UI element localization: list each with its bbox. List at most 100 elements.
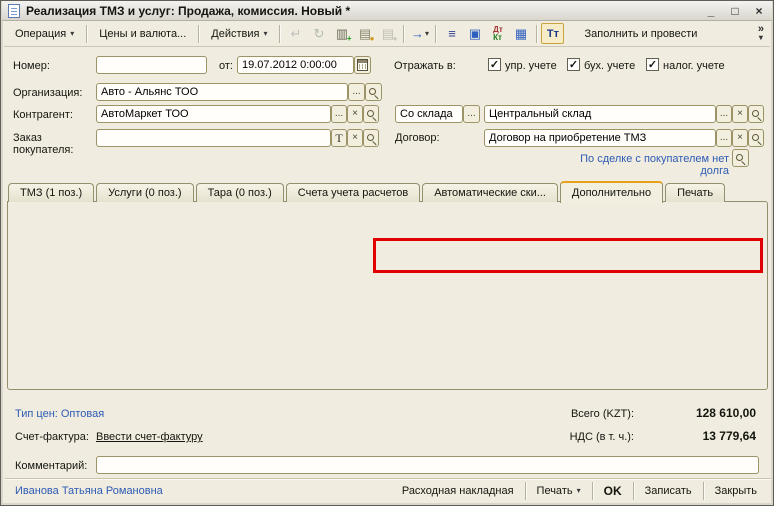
ellipsis-button[interactable]: ... [348,83,365,101]
calendar-button[interactable] [354,56,371,74]
print-button[interactable]: Печать▾ [530,483,588,499]
type-button[interactable]: T [331,129,347,147]
maximize-button[interactable]: □ [728,4,742,18]
prices-currency-button[interactable]: Цены и валюта... [91,24,194,44]
ellipsis-button[interactable]: ... [463,105,480,123]
clear-fill-icon[interactable]: ▤● [376,23,399,44]
magnifier-button[interactable] [732,149,749,167]
fill-and-post-button[interactable]: Заполнить и провести [576,24,705,44]
tab-print[interactable]: Печать [665,183,725,202]
reflect-label: Отражать в: [394,60,456,72]
invoice-label: Счет-фактура: [15,431,89,443]
counterparty-label: Контрагент: [13,109,73,121]
tab-panel-additional [7,201,768,390]
total-label: Всего (KZT): [521,408,634,420]
ellipsis-button[interactable]: ... [716,129,732,147]
magnifier-button[interactable] [748,105,764,123]
actions-menu-button[interactable]: Действия ▾ [203,24,275,44]
minimize-button[interactable]: _ [704,4,718,18]
toolbar-separator [403,25,404,43]
toolbar-separator [435,25,436,43]
ok-button[interactable]: OK [597,482,629,500]
print-label: Печать [537,485,573,497]
magnifier-button[interactable] [748,129,764,147]
expense-invoice-button[interactable]: Расходная накладная [395,483,521,499]
date-prefix-label: от: [219,60,233,72]
checkbox-book-accounting[interactable]: ✓ [567,58,580,71]
close-window-button[interactable]: Закрыть [708,483,764,499]
save-button[interactable]: Записать [638,483,699,499]
magnifier-icon [752,134,759,141]
button-separator [703,482,704,500]
tab-label: Услуги (0 поз.) [108,187,181,199]
title-bar: Реализация ТМЗ и услуг: Продажа, комисси… [2,1,772,21]
list-settings-icon[interactable]: ▣ [463,23,486,44]
prices-currency-label: Цены и валюта... [99,28,186,40]
dt-kt-icon[interactable]: ДтКт [486,23,509,44]
magnifier-button[interactable] [363,105,379,123]
operation-menu-label: Операция [15,28,66,40]
organization-field[interactable]: Авто - Альянс ТОО [96,83,348,101]
tab-label: Дополнительно [572,187,651,199]
chevron-down-icon: ▾ [70,30,74,38]
toolbar-icons: ↵↻▥+▤●▤●→▾≡▣ДтКт▦Тт [284,23,564,44]
go-to-icon[interactable]: →▾ [408,23,431,44]
document-journal-icon[interactable]: ▦ [509,23,532,44]
row-list-icon[interactable]: ≡ [440,23,463,44]
checkbox-book-accounting-label: бух. учете [584,60,635,72]
comment-field[interactable] [96,456,759,474]
status-divider [5,478,771,479]
magnifier-button[interactable] [365,83,382,101]
tab-tmz[interactable]: ТМЗ (1 поз.) [8,183,94,202]
comment-label: Комментарий: [15,460,87,472]
toolbar-overflow-button[interactable]: » ▾ [758,25,767,42]
chevron-down-icon: ▾ [263,30,267,38]
price-type-link[interactable]: Тип цен: Оптовая [15,408,104,420]
toolbar: Операция ▾ Цены и валюта... Действия ▾ ↵… [4,21,770,47]
customer-order-field[interactable] [96,129,331,147]
operation-menu-button[interactable]: Операция ▾ [7,24,82,44]
number-label: Номер: [13,60,50,72]
chevron-down-icon: ▾ [425,30,429,38]
clear-button[interactable]: × [347,129,363,147]
toolbar-separator [536,25,537,43]
date-field[interactable]: 19.07.2012 0:00:00 [237,56,354,74]
fill-by-document-icon[interactable]: ▤● [353,23,376,44]
warehouse-field[interactable]: Центральный склад [484,105,716,123]
tab-bar: ТМЗ (1 поз.) Услуги (0 поз.) Тара (0 поз… [8,181,727,202]
magnifier-button[interactable] [363,129,379,147]
checkbox-management-accounting[interactable]: ✓ [488,58,501,71]
ellipsis-button[interactable]: ... [331,105,347,123]
document-window: Реализация ТМЗ и услуг: Продажа, комисси… [0,0,774,506]
ok-label: OK [604,484,622,498]
tab-automatic-discounts[interactable]: Автоматические ски... [422,183,558,202]
checkbox-tax-accounting[interactable]: ✓ [646,58,659,71]
counterparty-field[interactable]: АвтоМаркет ТОО [96,105,331,123]
totals-toggle-icon[interactable]: Тт [541,23,564,44]
ellipsis-button[interactable]: ... [716,105,732,123]
magnifier-icon [369,88,376,95]
copy-rows-icon[interactable]: ▥+ [330,23,353,44]
clear-button[interactable]: × [732,105,748,123]
contract-label: Договор: [395,132,440,144]
warehouse-mode-field[interactable]: Со склада [395,105,463,123]
tab-label: Тара (0 поз.) [208,187,272,199]
enter-invoice-link[interactable]: Ввести счет-фактуру [96,431,203,443]
tab-settlement-accounts[interactable]: Счета учета расчетов [286,183,420,202]
tab-services[interactable]: Услуги (0 поз.) [96,183,193,202]
debt-status-link[interactable]: По сделке с покупателем нет долга [553,153,729,177]
number-field[interactable] [96,56,207,74]
calendar-icon [357,59,368,71]
close-button[interactable]: × [752,4,766,18]
tab-tare[interactable]: Тара (0 поз.) [196,183,284,202]
clear-button[interactable]: × [347,105,363,123]
refresh-rows-icon[interactable]: ↻ [307,23,330,44]
tab-additional[interactable]: Дополнительно [560,181,663,203]
clear-button[interactable]: × [732,129,748,147]
document-icon [8,4,20,18]
move-rows-icon[interactable]: ↵ [284,23,307,44]
contract-field[interactable]: Договор на приобретение ТМЗ [484,129,716,147]
window-controls: _ □ × [704,4,766,18]
toolbar-separator [279,25,280,43]
toolbar-separator [86,25,87,43]
